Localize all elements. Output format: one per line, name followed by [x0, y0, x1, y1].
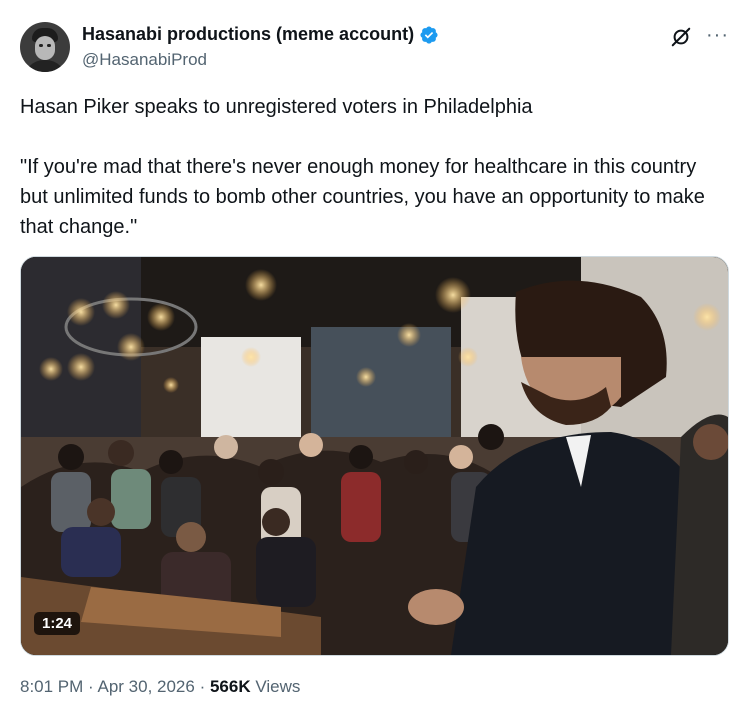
- tweet-text-quote: "If you're mad that there's never enough…: [20, 156, 705, 238]
- verified-badge-icon: [420, 25, 438, 44]
- video-player[interactable]: [20, 256, 729, 656]
- meta-separator: ·: [83, 677, 98, 696]
- video-duration: 1:24: [34, 612, 81, 635]
- tweet-date[interactable]: Apr 30, 2026: [97, 677, 194, 696]
- author-avatar[interactable]: [20, 22, 70, 72]
- views-label: Views: [250, 677, 301, 696]
- author-name-row[interactable]: Hasanabi productions (meme account): [82, 24, 439, 45]
- video-thumbnail: [21, 257, 728, 655]
- author-handle[interactable]: @HasanabiProd: [82, 50, 207, 70]
- more-options-icon[interactable]: ···: [706, 24, 729, 47]
- grok-icon[interactable]: [670, 26, 692, 48]
- tweet-time[interactable]: 8:01 PM: [20, 677, 83, 696]
- views-count[interactable]: 566K: [210, 677, 251, 696]
- tweet-text-line1: Hasan Piker speaks to unregistered voter…: [20, 96, 533, 118]
- meta-separator: ·: [194, 677, 210, 696]
- tweet-header: Hasanabi productions (meme account) @Has…: [20, 20, 730, 76]
- tweet-text: Hasan Piker speaks to unregistered voter…: [20, 92, 720, 242]
- author-name[interactable]: Hasanabi productions (meme account): [82, 24, 414, 45]
- tweet-meta: 8:01 PM · Apr 30, 2026 · 566K Views: [20, 677, 300, 697]
